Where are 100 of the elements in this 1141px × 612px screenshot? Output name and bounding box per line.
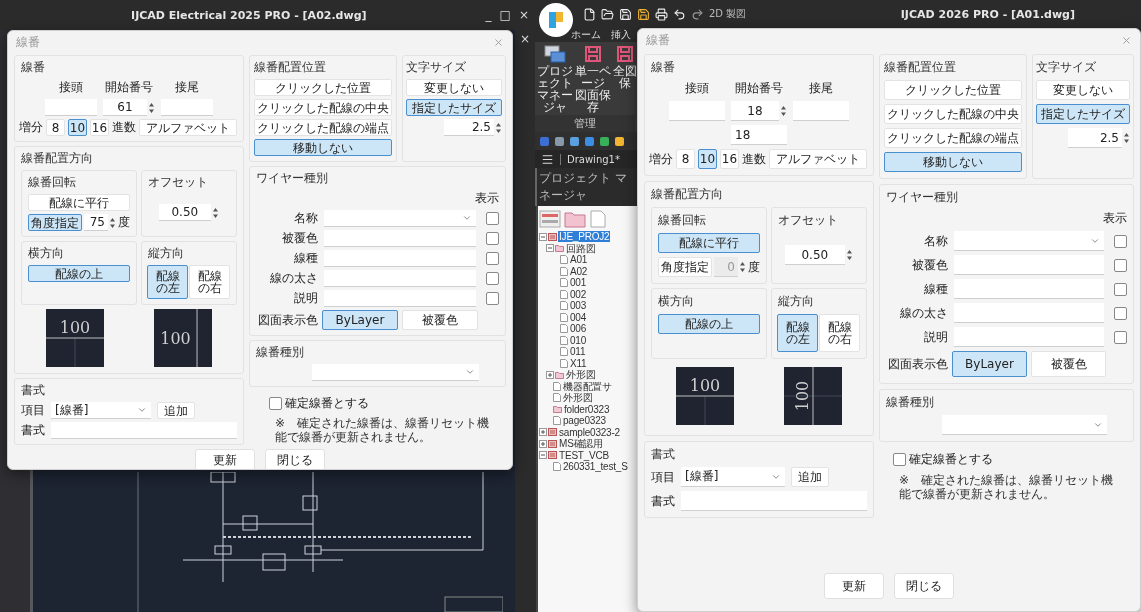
- close-icon[interactable]: [1121, 34, 1132, 46]
- tree-item[interactable]: 006: [569, 323, 588, 335]
- number-spin-field[interactable]: 0.50: [784, 245, 845, 265]
- input-field[interactable]: [954, 327, 1104, 347]
- toggle-button[interactable]: 16: [720, 149, 739, 169]
- tree-item[interactable]: 002: [569, 288, 588, 300]
- tree-item[interactable]: 260331_test_S: [562, 461, 629, 473]
- tree-item[interactable]: 回路図: [565, 242, 597, 254]
- checkbox[interactable]: [1114, 258, 1127, 272]
- number-spin-field[interactable]: 18: [731, 101, 779, 121]
- collapse-icon[interactable]: [539, 232, 547, 241]
- toggle-button[interactable]: 指定したサイズ: [406, 99, 502, 116]
- tree-item[interactable]: A02: [569, 265, 589, 277]
- ribbon-tab[interactable]: ホーム: [571, 28, 601, 42]
- toolbar-icon[interactable]: [599, 135, 610, 147]
- dialog-button[interactable]: 閉じる: [894, 573, 954, 599]
- add-button[interactable]: 追加: [157, 402, 195, 419]
- checkbox[interactable]: [893, 453, 906, 466]
- toggle-button[interactable]: 角度指定: [658, 257, 712, 277]
- input-field[interactable]: [793, 101, 849, 121]
- toggle-button[interactable]: クリックした位置: [254, 79, 392, 96]
- tree-item[interactable]: A01: [569, 254, 589, 266]
- document-tab[interactable]: Drawing1*: [560, 153, 620, 165]
- toggle-button[interactable]: 8: [46, 119, 65, 136]
- toggle-button[interactable]: 移動しない: [884, 152, 1022, 172]
- toggle-button[interactable]: 配線に平行: [658, 233, 760, 253]
- dialog-button[interactable]: 更新: [824, 573, 884, 599]
- tree-item[interactable]: 003: [569, 300, 588, 312]
- input-field[interactable]: [681, 491, 867, 511]
- printer-icon[interactable]: [655, 7, 668, 21]
- number-spin-field[interactable]: 2.5: [444, 119, 494, 136]
- ribbon-button[interactable]: プロジェクト マネージャ: [536, 65, 573, 113]
- input-field[interactable]: [954, 303, 1104, 323]
- ribbon-button[interactable]: 単一ページ 図面保存: [574, 65, 611, 113]
- number-spin-field[interactable]: 2.5: [1068, 128, 1122, 148]
- new-file-icon[interactable]: [583, 7, 596, 21]
- folder-icon[interactable]: [601, 7, 614, 21]
- input-field[interactable]: [324, 230, 476, 247]
- checkbox[interactable]: [486, 212, 499, 225]
- input-field[interactable]: 18: [731, 125, 787, 145]
- redo-icon[interactable]: [691, 7, 704, 21]
- dropdown-field[interactable]: [線番]: [681, 467, 785, 487]
- close-icon[interactable]: ×: [519, 32, 531, 46]
- tree-item[interactable]: 機器配置サ: [562, 380, 613, 392]
- toggle-button[interactable]: ByLayer: [952, 351, 1027, 377]
- tree-item[interactable]: 011: [569, 346, 587, 358]
- toggle-button[interactable]: 配線の右: [189, 265, 231, 299]
- dialog-button[interactable]: 更新: [195, 449, 255, 469]
- checkbox[interactable]: [269, 397, 282, 410]
- toolbar-icon[interactable]: [614, 135, 625, 147]
- tree-item[interactable]: TEST_VCB: [558, 449, 611, 461]
- toggle-button[interactable]: 10: [698, 149, 717, 169]
- toggle-button[interactable]: 配線の右: [819, 314, 861, 352]
- toggle-button[interactable]: 移動しない: [254, 139, 392, 156]
- toggle-button[interactable]: クリックした配線の端点: [254, 119, 392, 136]
- toggle-button[interactable]: クリックした配線の中央: [884, 104, 1022, 124]
- dialog-button[interactable]: 閉じる: [265, 449, 325, 469]
- add-button[interactable]: 追加: [791, 467, 829, 487]
- input-field[interactable]: [161, 99, 213, 116]
- expand-icon[interactable]: [539, 428, 547, 437]
- collapse-icon[interactable]: [539, 451, 547, 460]
- number-spin-field[interactable]: 0.50: [158, 204, 211, 221]
- tree-item[interactable]: 001: [569, 277, 588, 289]
- dropdown-field[interactable]: [線番]: [51, 402, 151, 419]
- checkbox[interactable]: [1114, 282, 1127, 296]
- alphabet-button[interactable]: アルファベット: [139, 119, 237, 136]
- workspace-label[interactable]: 2D 製図: [709, 7, 747, 21]
- tree-item[interactable]: sample0323-2: [558, 426, 621, 438]
- menu-icon[interactable]: [541, 152, 554, 166]
- toggle-button[interactable]: 配線の上: [658, 314, 760, 334]
- tree-item[interactable]: 外形図: [562, 392, 594, 404]
- chevron-down-icon[interactable]: [465, 367, 475, 377]
- toggle-button[interactable]: クリックした配線の端点: [884, 128, 1022, 148]
- checkbox[interactable]: [486, 252, 499, 265]
- toggle-button[interactable]: 角度指定: [28, 214, 82, 231]
- tree-item[interactable]: 004: [569, 311, 588, 323]
- toggle-button[interactable]: 配線の左: [777, 314, 819, 352]
- save-icon[interactable]: [637, 7, 650, 21]
- toggle-button[interactable]: クリックした位置: [884, 80, 1022, 100]
- tree-item[interactable]: page0323: [562, 415, 607, 427]
- toggle-button[interactable]: 配線に平行: [28, 194, 130, 211]
- checkbox[interactable]: [1114, 330, 1127, 344]
- list-icon[interactable]: [539, 210, 561, 228]
- dropdown-field[interactable]: [954, 231, 1104, 251]
- toggle-button[interactable]: 配線の上: [28, 265, 130, 282]
- input-field[interactable]: [324, 290, 476, 307]
- checkbox[interactable]: [1114, 306, 1127, 320]
- toggle-button[interactable]: 配線の左: [147, 265, 189, 299]
- input-field[interactable]: [954, 279, 1104, 299]
- checkbox[interactable]: [486, 292, 499, 305]
- tree-item[interactable]: 外形図: [565, 369, 597, 381]
- dropdown-field[interactable]: [312, 364, 479, 381]
- toggle-button[interactable]: 被覆色: [402, 310, 478, 330]
- toggle-button[interactable]: 8: [676, 149, 695, 169]
- toolbar-icon[interactable]: [554, 135, 565, 147]
- number-spin-field[interactable]: 75: [84, 214, 108, 231]
- input-field[interactable]: [324, 250, 476, 267]
- toolbar-icon[interactable]: [584, 135, 595, 147]
- tree-item[interactable]: 010: [569, 334, 588, 346]
- checkbox[interactable]: [1114, 234, 1127, 248]
